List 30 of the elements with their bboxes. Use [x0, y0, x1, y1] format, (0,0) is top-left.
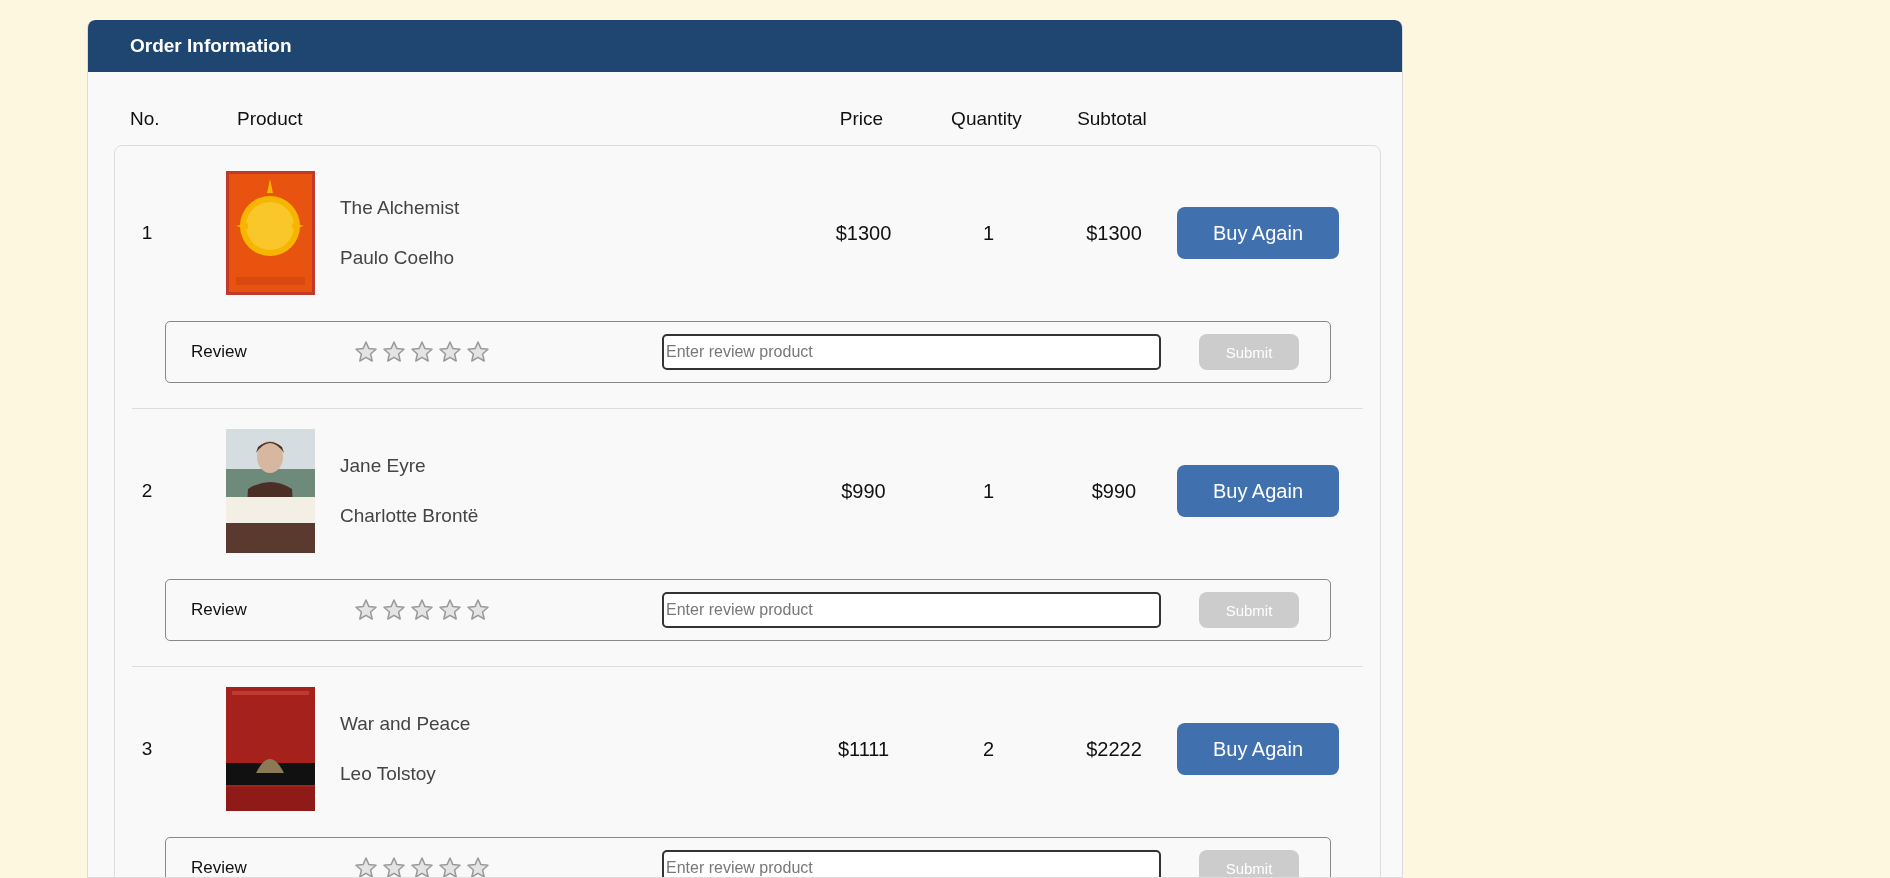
panel-title: Order Information — [130, 35, 292, 57]
column-header: Price — [839, 107, 884, 130]
review-label: Review — [191, 600, 248, 620]
book-title: Jane Eyre — [340, 455, 427, 477]
book-title: The Alchemist — [340, 197, 460, 219]
column-header: Subtotal — [1077, 107, 1147, 130]
quantity-text: 1 — [982, 221, 995, 245]
quantity-text: 2 — [982, 737, 995, 761]
book-title: War and Peace — [340, 713, 471, 735]
column-header: No. — [130, 107, 160, 130]
quantity-text: 1 — [982, 479, 995, 503]
book-author: Charlotte Brontë — [340, 505, 479, 527]
subtotal-text: $2222 — [1086, 737, 1142, 761]
column-header: Product — [236, 107, 303, 130]
book-author: Leo Tolstoy — [340, 763, 437, 785]
subtotal-text: $990 — [1091, 479, 1137, 503]
row-number: 3 — [140, 738, 154, 760]
review-label: Review — [191, 858, 248, 877]
buy-again-button[interactable]: Buy Again — [1177, 207, 1339, 259]
buy-again-button[interactable]: Buy Again — [1177, 465, 1339, 517]
column-header: Quantity — [951, 107, 1022, 130]
price-text: $1111 — [837, 737, 890, 761]
price-text: $990 — [841, 479, 886, 503]
price-text: $1300 — [835, 221, 892, 245]
buy-again-button[interactable]: Buy Again — [1177, 723, 1339, 775]
book-author: Paulo Coelho — [340, 247, 456, 269]
review-label: Review — [191, 342, 248, 362]
row-number: 1 — [140, 222, 154, 244]
row-number: 2 — [140, 480, 154, 502]
subtotal-text: $1300 — [1086, 221, 1142, 245]
